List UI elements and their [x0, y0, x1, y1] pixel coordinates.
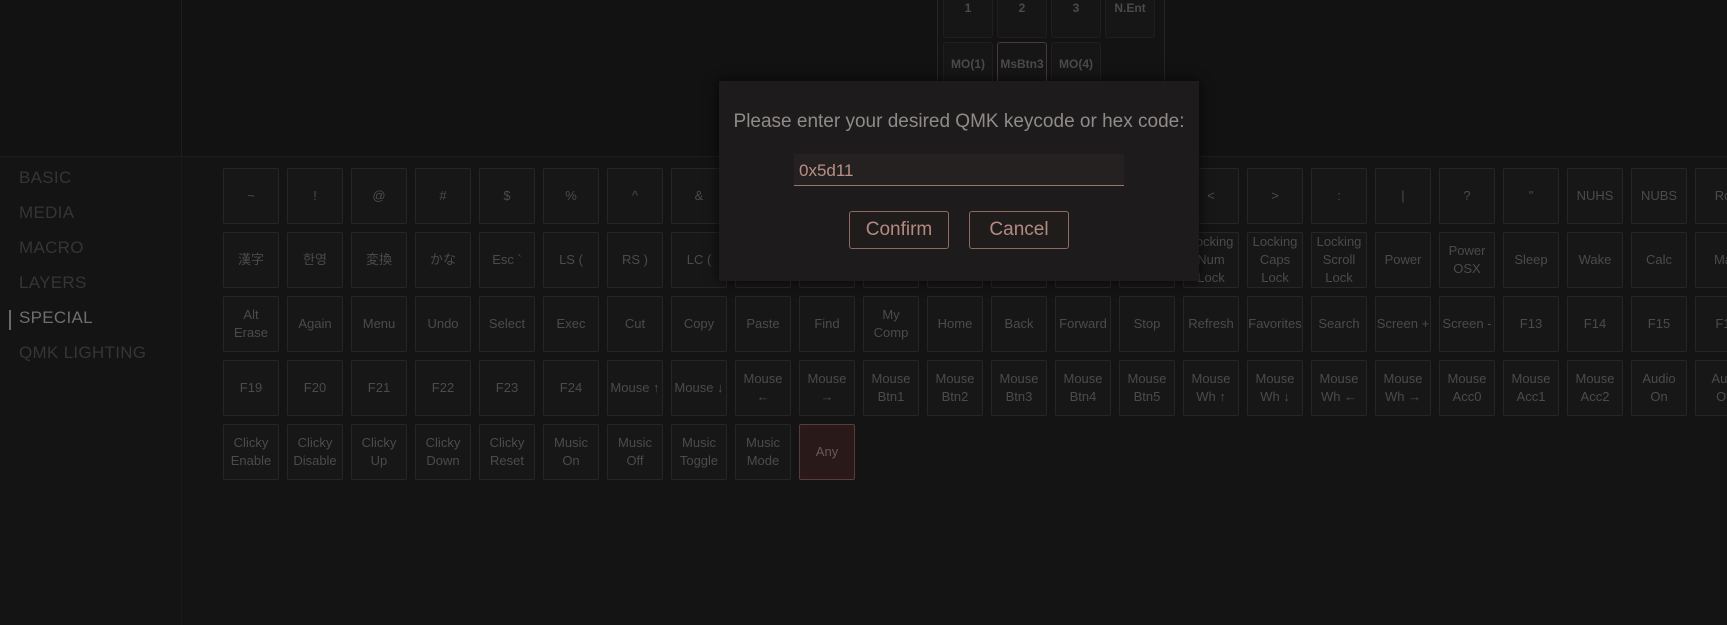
cancel-button[interactable]: Cancel [969, 211, 1069, 249]
dialog-prompt: Please enter your desired QMK keycode or… [733, 111, 1185, 132]
keycode-dialog: Please enter your desired QMK keycode or… [719, 81, 1199, 281]
keycode-input[interactable] [794, 154, 1124, 186]
confirm-button[interactable]: Confirm [849, 211, 949, 249]
